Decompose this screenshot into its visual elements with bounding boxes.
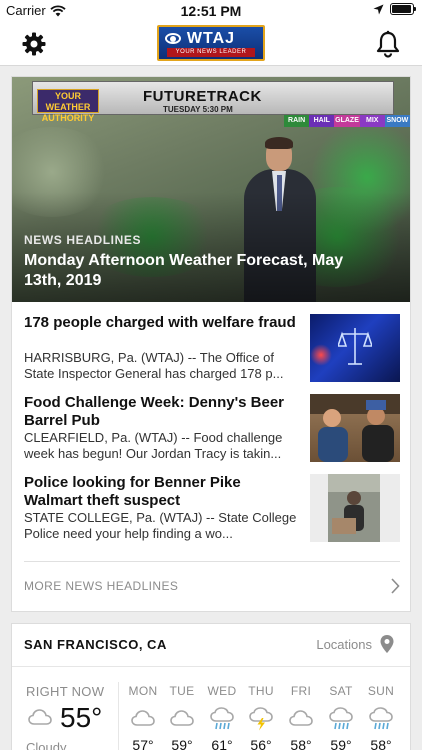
forecast-day: SAT 59°	[322, 684, 360, 750]
forecast-day: WED 61°	[203, 684, 241, 750]
location-pin-icon[interactable]	[380, 635, 394, 653]
forecast-day: SUN 58°	[362, 684, 400, 750]
story-thumbnail	[310, 474, 400, 542]
weather-vertical-divider	[118, 682, 119, 750]
rain-icon	[329, 707, 353, 730]
logo-text: WTAJ	[186, 30, 236, 47]
story-thumbnail	[310, 394, 400, 462]
forecast-day: FRI 58°	[282, 684, 320, 750]
station-logo: WTAJ YOUR NEWS LEADER	[157, 25, 265, 61]
forecast-day-temp: 58°	[290, 737, 312, 750]
forecast-day-name: MON	[128, 684, 158, 698]
story-title: Police looking for Benner Pike Walmart t…	[24, 474, 241, 509]
scales-of-justice-icon	[338, 328, 372, 365]
locations-button[interactable]: Locations	[316, 637, 372, 652]
legend-item: GLAZE	[334, 115, 360, 127]
battery-icon	[390, 3, 416, 15]
bell-icon[interactable]	[375, 30, 401, 58]
story-title: Food Challenge Week: Denny's Beer Barrel…	[24, 394, 285, 429]
more-news-link[interactable]: MORE NEWS HEADLINES	[24, 574, 400, 600]
forecast-day-name: SAT	[329, 684, 353, 698]
forecast-day-temp: 57°	[132, 737, 154, 750]
forecast-day-temp: 61°	[211, 737, 233, 750]
rain-icon	[369, 707, 393, 730]
nav-bar: WTAJ YOUR NEWS LEADER	[0, 22, 422, 66]
weather-authority-logo: YOUR WEATHER AUTHORITY	[37, 89, 99, 123]
forecast-day-name: SUN	[367, 684, 395, 698]
news-card: YOUR WEATHER AUTHORITY FUTURETRACK TUESD…	[11, 76, 411, 612]
forecast-day-temp: 58°	[370, 737, 392, 750]
cloud-icon	[170, 710, 194, 726]
weather-divider	[12, 666, 410, 667]
story-title: 178 people charged with welfare fraud	[24, 314, 296, 331]
rain-icon	[210, 707, 234, 730]
legend-item: MIX	[359, 115, 385, 127]
legend-item: SNOW	[384, 115, 410, 127]
forecast-day-name: TUE	[169, 684, 195, 698]
divider	[24, 561, 400, 562]
forecast-day: TUE 59°	[163, 684, 201, 750]
thunderstorm-icon	[249, 707, 273, 731]
forecast-day-name: THU	[248, 684, 274, 698]
current-temp: 55°	[60, 702, 103, 733]
cloud-icon	[131, 710, 155, 726]
banner-subtitle: TUESDAY 5:30 PM	[163, 105, 233, 114]
story-item[interactable]: Food Challenge Week: Denny's Beer Barrel…	[24, 394, 400, 464]
chevron-right-icon	[391, 578, 400, 594]
more-news-label: MORE NEWS HEADLINES	[24, 579, 179, 593]
story-item[interactable]: 178 people charged with welfare fraud HA…	[24, 314, 400, 384]
current-condition: Cloudy	[26, 740, 67, 750]
gear-icon[interactable]	[21, 31, 47, 57]
logo-tagline: YOUR NEWS LEADER	[167, 48, 255, 57]
forecast-day: THU 56°	[242, 684, 280, 750]
surveillance-photo	[328, 474, 380, 542]
forecast-day-temp: 59°	[171, 737, 193, 750]
forecast-day: MON 57°	[124, 684, 162, 750]
story-item[interactable]: Police looking for Benner Pike Walmart t…	[24, 474, 400, 544]
forecast-day-temp: 56°	[250, 737, 272, 750]
people-photo	[310, 394, 400, 462]
hero-section-label: NEWS HEADLINES	[24, 233, 142, 247]
status-time: 12:51 PM	[180, 3, 242, 19]
cloud-icon	[289, 710, 313, 726]
story-thumbnail	[310, 314, 400, 382]
forecast-day-temp: 59°	[330, 737, 352, 750]
cloud-icon	[28, 709, 52, 725]
futuretrack-banner: YOUR WEATHER AUTHORITY FUTURETRACK TUESD…	[32, 81, 394, 123]
weather-city: SAN FRANCISCO, CA	[24, 637, 167, 652]
story-snippet: STATE COLLEGE, Pa. (WTAJ) -- State Colle…	[24, 510, 297, 541]
story-snippet: CLEARFIELD, Pa. (WTAJ) -- Food challenge…	[24, 430, 283, 461]
status-right	[373, 3, 416, 15]
legend-item: HAIL	[309, 115, 335, 127]
hero-title: Monday Afternoon Weather Forecast, May 1…	[24, 252, 344, 289]
status-bar: Carrier 12:51 PM	[0, 0, 422, 22]
hero-story[interactable]: YOUR WEATHER AUTHORITY FUTURETRACK TUESD…	[12, 77, 410, 302]
precip-legend: RAIN HAIL GLAZE MIX SNOW	[284, 115, 410, 127]
legend-item: RAIN	[284, 115, 310, 127]
forecast-day-name: FRI	[290, 684, 312, 698]
forecast-day-name: WED	[207, 684, 237, 698]
right-now-label: RIGHT NOW	[26, 684, 105, 699]
weather-card: SAN FRANCISCO, CA Locations RIGHT NOW 55…	[11, 623, 411, 750]
banner-title: FUTURETRACK	[143, 88, 262, 105]
location-arrow-icon	[373, 4, 384, 14]
story-snippet: HARRISBURG, Pa. (WTAJ) -- The Office of …	[24, 350, 284, 381]
